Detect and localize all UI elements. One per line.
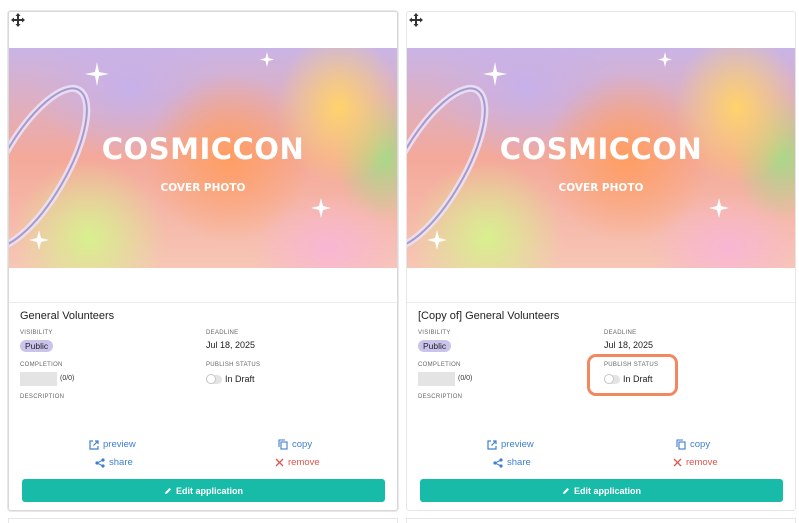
visibility-badge: Public (20, 340, 54, 352)
completion-count: (0/0) (60, 375, 75, 382)
remove-link[interactable]: remove (275, 457, 320, 468)
completion-count: (0/0) (458, 375, 473, 382)
share-link[interactable]: share (95, 457, 133, 468)
edit-application-button[interactable]: Edit application (22, 479, 385, 502)
description-label: DESCRIPTION (20, 394, 65, 400)
share-label: share (109, 457, 133, 468)
completion-progress-bar (418, 372, 455, 386)
cover-subtitle: COVER PHOTO (160, 182, 246, 194)
copy-icon (676, 439, 686, 450)
completion-label: COMPLETION (20, 362, 63, 368)
next-card-edge (406, 518, 796, 523)
drag-handle-icon[interactable] (11, 13, 25, 27)
publish-status-label: PUBLISH STATUS (206, 362, 261, 368)
pencil-icon (164, 487, 171, 494)
copy-label: copy (690, 439, 711, 450)
visibility-badge: Public (418, 340, 452, 352)
cover-photo: COSMICCON COVER PHOTO (407, 48, 795, 268)
share-label: share (507, 457, 531, 468)
divider (9, 302, 397, 303)
toggle-knob (206, 374, 216, 384)
cover-title: COSMICCON (101, 132, 305, 166)
share-icon (493, 457, 503, 468)
publish-status-highlight (587, 354, 678, 396)
deadline-label: DEADLINE (604, 330, 637, 336)
edit-application-button[interactable]: Edit application (420, 479, 783, 502)
application-name: General Volunteers (20, 310, 115, 322)
cover-subtitle: COVER PHOTO (558, 182, 644, 194)
application-card: COSMICCON COVER PHOTO General Volunteers… (8, 11, 398, 511)
remove-link[interactable]: remove (673, 457, 718, 468)
publish-toggle[interactable] (206, 374, 222, 384)
copy-icon (278, 439, 288, 450)
external-link-icon (89, 439, 99, 450)
copy-link[interactable]: copy (676, 439, 710, 450)
remove-label: remove (288, 457, 320, 468)
publish-status-value: In Draft (225, 374, 255, 384)
remove-label: remove (686, 457, 718, 468)
external-link-icon (487, 439, 497, 450)
divider (407, 302, 795, 303)
close-icon (673, 458, 682, 467)
deadline-value: Jul 18, 2025 (206, 340, 256, 350)
visibility-label: VISIBILITY (418, 330, 451, 336)
cover-photo: COSMICCON COVER PHOTO (9, 48, 397, 268)
visibility-label: VISIBILITY (20, 330, 53, 336)
edit-application-label: Edit application (573, 485, 641, 496)
next-card-edge (8, 518, 398, 523)
edit-application-label: Edit application (175, 485, 243, 496)
application-name: [Copy of] General Volunteers (418, 310, 560, 322)
close-icon (275, 458, 284, 467)
completion-progress-bar (20, 372, 57, 386)
description-label: DESCRIPTION (418, 394, 463, 400)
preview-link[interactable]: preview (89, 439, 136, 450)
preview-label: preview (103, 439, 136, 450)
deadline-value: Jul 18, 2025 (604, 340, 654, 350)
share-link[interactable]: share (493, 457, 531, 468)
application-card: COSMICCON COVER PHOTO [Copy of] General … (406, 11, 796, 511)
copy-link[interactable]: copy (278, 439, 312, 450)
cover-title: COSMICCON (499, 132, 703, 166)
pencil-icon (562, 487, 569, 494)
share-icon (95, 457, 105, 468)
preview-link[interactable]: preview (487, 439, 534, 450)
preview-label: preview (501, 439, 534, 450)
deadline-label: DEADLINE (206, 330, 239, 336)
completion-label: COMPLETION (418, 362, 461, 368)
drag-handle-icon[interactable] (409, 13, 423, 27)
copy-label: copy (292, 439, 313, 450)
